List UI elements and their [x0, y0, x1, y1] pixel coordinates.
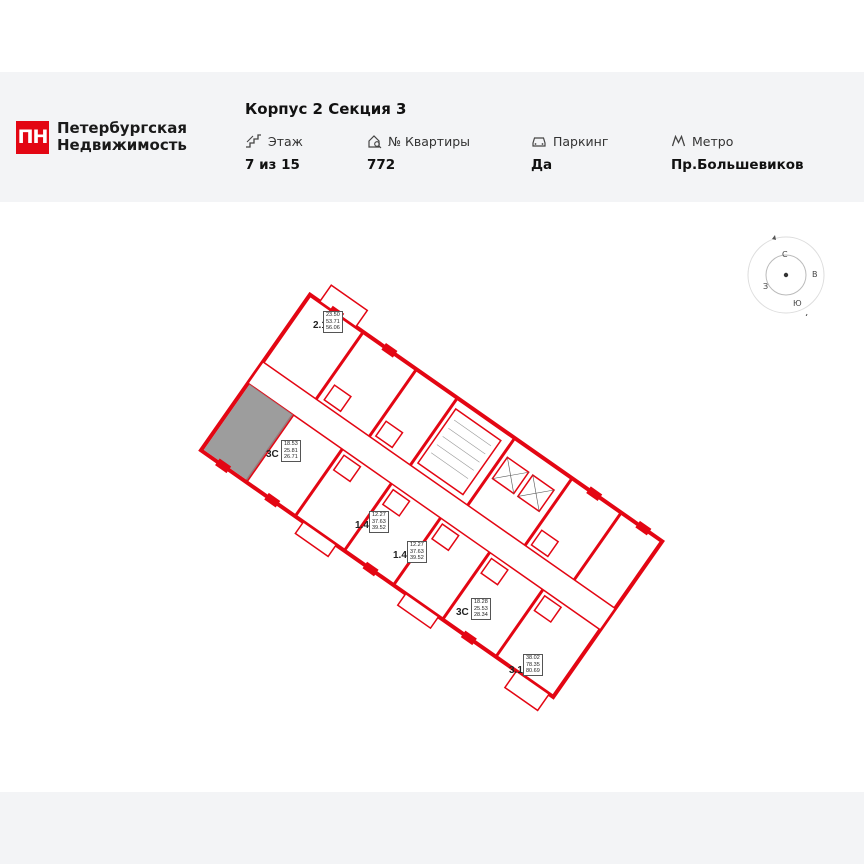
compass-west: З	[763, 282, 769, 291]
apartment-type: 3С	[266, 449, 279, 460]
apartment-areas: 12.27 37.63 39.52	[407, 541, 427, 563]
apartment-label[interactable]: 1.4 12.27 37.63 39.52	[393, 541, 427, 563]
apartment-label-selected[interactable]: 3С 18.53 25.81 26.71	[266, 440, 301, 462]
apartment-areas: 38.02 78.35 80.69	[523, 654, 543, 676]
apartment-label[interactable]: 3.1 38.02 78.35 80.69	[509, 654, 543, 678]
apartment-type: 1.4	[393, 550, 407, 561]
apartment-type: 3.1	[509, 665, 523, 676]
apartment-areas: 18.53 25.81 26.71	[281, 440, 301, 462]
apartment-areas: 18.28 25.53 28.34	[471, 598, 491, 620]
apartment-label[interactable]: 1.4 12.27 37.63 39.52	[355, 511, 389, 533]
compass-north: С	[782, 250, 788, 259]
apartment-type: 1.4	[355, 520, 369, 531]
apartment-label[interactable]: 2.1 23.50 53.71 56.06	[313, 311, 343, 333]
floor-plan	[198, 284, 665, 712]
compass: С В Ю З	[745, 234, 827, 316]
apartment-type: 3С	[456, 607, 469, 618]
compass-south: Ю	[793, 299, 802, 308]
apartment-areas: 23.50 53.71 56.06	[323, 311, 343, 333]
compass-east: В	[812, 270, 818, 279]
bottom-band	[0, 792, 864, 864]
apartment-areas: 12.27 37.63 39.52	[369, 511, 389, 533]
apartment-label[interactable]: 3С 18.28 25.53 28.34	[456, 598, 491, 620]
